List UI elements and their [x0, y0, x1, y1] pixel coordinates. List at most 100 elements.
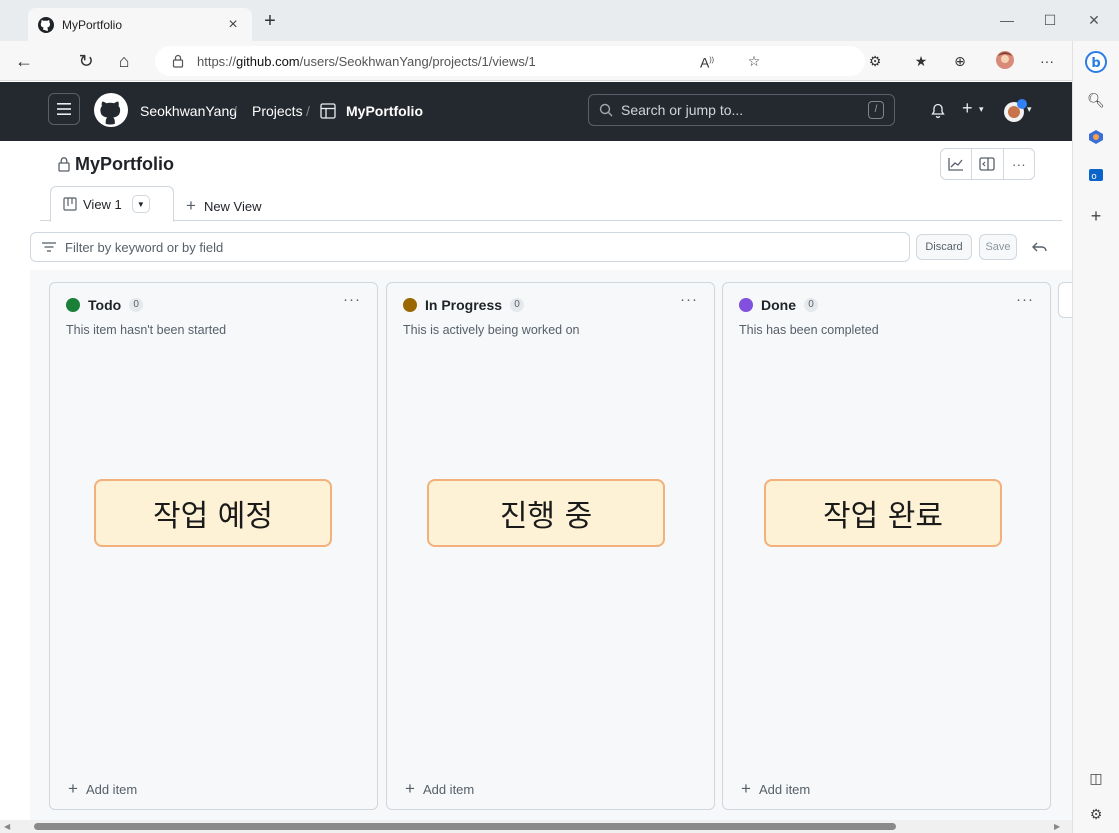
project-toolbar: ··· [940, 148, 1035, 180]
column-header: In Progress 0 [403, 297, 525, 313]
hide-sidebar-icon[interactable]: ◫ [1085, 767, 1107, 789]
page-title: MyPortfolio [75, 153, 174, 174]
svg-text:b: b [1091, 56, 1100, 71]
copilot-icon[interactable] [1085, 129, 1107, 151]
column-title: Done [761, 297, 796, 313]
breadcrumb-separator: / [306, 103, 310, 119]
refresh-icon[interactable]: ↻ [74, 49, 98, 73]
breadcrumb-projects[interactable]: Projects [252, 103, 303, 119]
create-new-button[interactable]: + [962, 98, 973, 119]
board-column-done: Done 0 ··· This has been completed 작업 완료… [722, 282, 1051, 810]
undo-icon[interactable] [1030, 238, 1050, 258]
column-title: Todo [88, 297, 122, 313]
discard-button[interactable]: Discard [916, 234, 972, 260]
scroll-left-icon[interactable]: ◀ [4, 820, 10, 833]
project-title-row: MyPortfolio [57, 152, 174, 176]
search-input[interactable]: Search or jump to... / [588, 94, 895, 126]
sidebar-settings-icon[interactable]: ⚙ [1085, 803, 1107, 825]
column-more-button[interactable]: ··· [1016, 291, 1034, 308]
column-more-button[interactable]: ··· [343, 291, 361, 308]
collections-icon[interactable]: ⊕ [949, 50, 971, 72]
minimize-icon[interactable]: — [993, 8, 1021, 32]
chevron-down-icon[interactable]: ▾ [979, 104, 984, 115]
add-item-button[interactable]: + Add item [68, 779, 137, 799]
new-view-label: New View [203, 198, 262, 214]
project-more-button[interactable]: ··· [1004, 149, 1034, 179]
close-window-icon[interactable]: ✕ [1080, 8, 1108, 32]
column-description: This is actively being worked on [403, 323, 580, 337]
avatar[interactable] [1003, 99, 1027, 122]
bing-chat-icon[interactable]: b [1085, 51, 1107, 73]
site-info-icon [172, 54, 184, 68]
column-callout: 작업 완료 [764, 479, 1002, 547]
tab-close-icon[interactable]: × [224, 16, 242, 34]
save-button[interactable]: Save [979, 234, 1017, 260]
board-icon [63, 197, 77, 211]
avatar-chevron-icon[interactable]: ▾ [1027, 104, 1032, 115]
column-more-button[interactable]: ··· [680, 291, 698, 308]
bell-icon[interactable] [930, 103, 946, 119]
url-text: https://github.com/users/SeokhwanYang/pr… [197, 53, 536, 69]
tab-view-1[interactable]: View 1 ▼ [50, 186, 174, 222]
scrollbar-thumb[interactable] [34, 823, 896, 830]
view-tabs: View 1 ▼ + New View [40, 186, 1062, 222]
insights-chart-icon[interactable] [941, 149, 973, 179]
plus-icon: + [405, 779, 415, 798]
add-item-button[interactable]: + Add item [405, 779, 474, 799]
search-sidebar-icon[interactable]: 🔍︎ [1085, 89, 1107, 111]
status-dot-icon [739, 298, 753, 312]
plus-icon: + [186, 196, 196, 215]
new-view-button[interactable]: + New View [186, 196, 262, 216]
breadcrumb-separator: / [233, 103, 237, 119]
home-icon[interactable]: ⌂ [112, 49, 136, 73]
column-description: This has been completed [739, 323, 879, 337]
scroll-right-icon[interactable]: ▶ [1054, 820, 1060, 833]
search-icon [599, 103, 613, 117]
add-item-label: Add item [85, 781, 138, 797]
triangle-down-icon: ▼ [136, 199, 145, 209]
github-logo-icon[interactable] [94, 93, 128, 127]
github-header: SeokhwanYang / Projects / MyPortfolio Se… [0, 82, 1072, 141]
hamburger-menu-icon[interactable] [48, 93, 80, 125]
column-callout: 진행 중 [427, 479, 665, 547]
board-column-todo: Todo 0 ··· This item hasn't been started… [49, 282, 378, 810]
column-count-badge: 0 [129, 298, 144, 312]
plus-icon: + [68, 779, 78, 798]
column-header: Done 0 [739, 297, 818, 313]
add-item-button[interactable]: + Add item [741, 779, 810, 799]
tab-title: MyPortfolio [62, 17, 123, 32]
github-favicon-icon [38, 16, 54, 33]
svg-text:o: o [1091, 172, 1097, 182]
column-callout: 작업 예정 [94, 479, 332, 547]
favorite-star-icon[interactable]: ☆ [743, 50, 765, 72]
read-aloud-icon[interactable]: A)) [696, 50, 718, 72]
private-lock-icon [58, 157, 70, 172]
next-column-peek [1058, 282, 1072, 318]
browser-menu-icon[interactable]: ··· [1036, 50, 1058, 72]
column-count-badge: 0 [510, 298, 525, 312]
browser-toolbar: ← ↻ ⌂ https://github.com/users/SeokhwanY… [0, 41, 1119, 81]
browser-sidebar: b 🔍︎ o + ◫ ⚙ [1072, 41, 1119, 833]
plus-icon: + [741, 779, 751, 798]
filter-input[interactable]: Filter by keyword or by field [30, 232, 910, 262]
browser-tab[interactable]: MyPortfolio × [28, 8, 252, 41]
project-table-icon [320, 103, 336, 119]
status-dot-icon [66, 298, 80, 312]
column-title: In Progress [425, 297, 503, 313]
project-board: Todo 0 ··· This item hasn't been started… [30, 270, 1072, 820]
filter-placeholder: Filter by keyword or by field [65, 239, 224, 255]
extensions-icon[interactable]: ⚙ [864, 50, 886, 72]
outlook-icon[interactable]: o [1085, 167, 1107, 189]
horizontal-scrollbar[interactable]: ◀ ▶ [0, 820, 1072, 833]
view-options-dropdown[interactable]: ▼ [131, 195, 150, 213]
back-arrow-icon[interactable]: ← [12, 49, 36, 73]
add-item-label: Add item [758, 781, 811, 797]
favorites-list-icon[interactable]: ★ [910, 50, 932, 72]
breadcrumb-user[interactable]: SeokhwanYang [140, 103, 237, 119]
profile-avatar-icon[interactable] [994, 50, 1016, 72]
side-panel-icon[interactable] [972, 149, 1004, 179]
new-tab-button[interactable]: + [258, 10, 282, 34]
maximize-icon[interactable]: ☐ [1036, 8, 1064, 32]
add-sidebar-icon[interactable]: + [1085, 205, 1107, 227]
breadcrumb-project[interactable]: MyPortfolio [346, 103, 423, 119]
